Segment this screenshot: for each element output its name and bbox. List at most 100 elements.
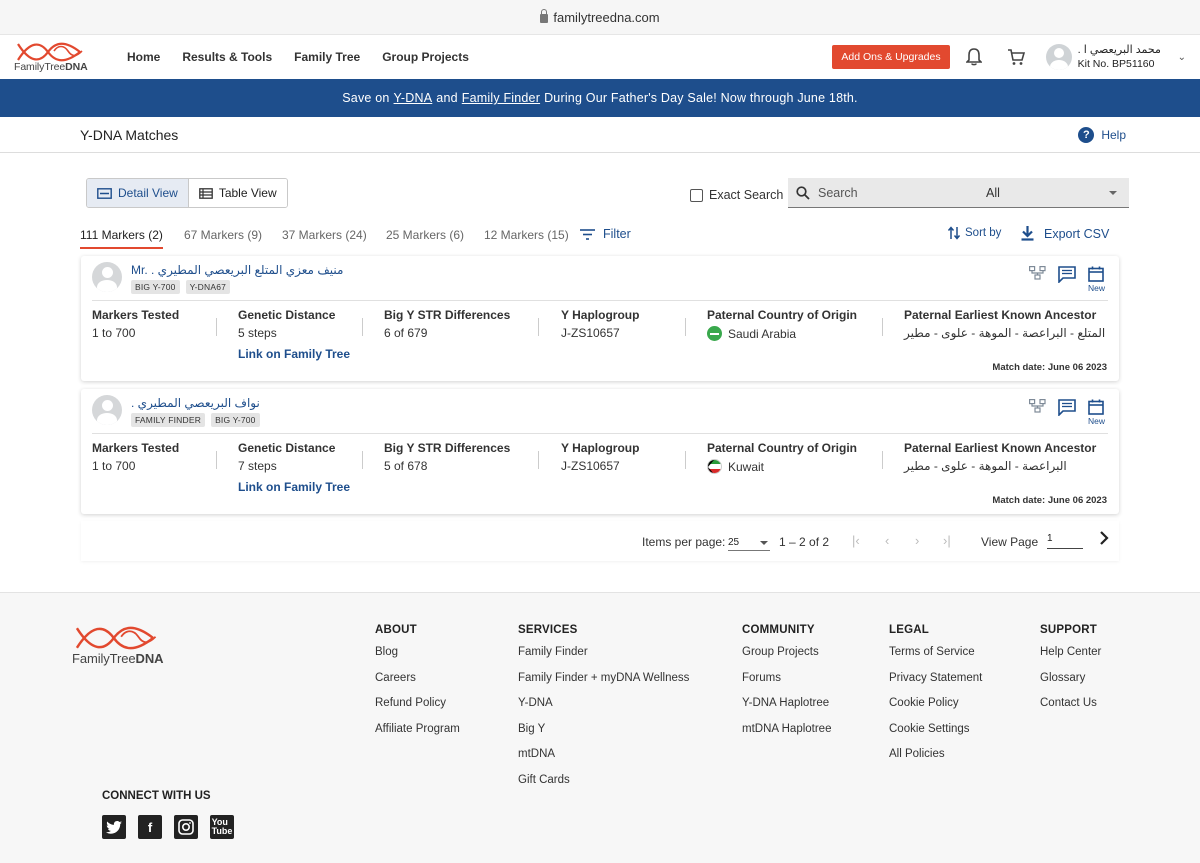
user-info[interactable]: محمد البريعصي ا . Kit No. BP51160 <box>1078 43 1168 71</box>
footer-link-cookie-policy[interactable]: Cookie Policy <box>889 697 982 713</box>
add-ons-button[interactable]: Add Ons & Upgrades <box>832 45 950 69</box>
filter-button[interactable]: Filter <box>580 227 631 241</box>
footer-link-ydna[interactable]: Y-DNA <box>518 697 689 713</box>
col-heading: Paternal Country of Origin <box>707 308 858 322</box>
search-icon <box>796 185 810 200</box>
previous-page-icon[interactable]: ‹ <box>885 533 889 548</box>
table-view-button[interactable]: Table View <box>188 179 287 207</box>
match-name[interactable]: Mr. . منيف معزي المتلع البريعصي المطيري <box>131 263 343 277</box>
browser-url-bar[interactable]: familytreedna.com <box>0 0 1200 35</box>
divider <box>92 300 1108 301</box>
last-page-icon[interactable]: ›| <box>943 533 951 548</box>
footer-link-mtdna[interactable]: mtDNA <box>518 748 689 764</box>
footer-link-cookie-settings[interactable]: Cookie Settings <box>889 723 982 739</box>
divider <box>685 451 686 469</box>
footer-link-affiliate[interactable]: Affiliate Program <box>375 723 460 739</box>
footer-link-all-policies[interactable]: All Policies <box>889 748 982 764</box>
footer-link-gift-cards[interactable]: Gift Cards <box>518 774 689 790</box>
divider <box>362 318 363 336</box>
footer-legal: LEGAL Terms of Service Privacy Statement… <box>889 624 982 774</box>
page-number-input[interactable]: 1 <box>1047 533 1083 549</box>
calendar-icon[interactable]: New <box>1088 399 1105 426</box>
kuwait-flag-icon <box>707 459 722 474</box>
footer-link-family-finder[interactable]: Family Finder <box>518 646 689 662</box>
nav-home[interactable]: Home <box>127 50 160 64</box>
checkbox-icon[interactable] <box>690 188 703 202</box>
footer-link-help-center[interactable]: Help Center <box>1040 646 1101 662</box>
filter-icon <box>580 228 595 240</box>
bell-icon[interactable] <box>962 45 986 69</box>
url-text: familytreedna.com <box>553 9 660 25</box>
next-page-icon[interactable]: › <box>915 533 919 548</box>
user-avatar[interactable] <box>1045 44 1072 70</box>
footer-link-ydna-haplotree[interactable]: Y-DNA Haplotree <box>742 697 831 713</box>
nav-group-projects[interactable]: Group Projects <box>382 50 469 64</box>
export-csv-button[interactable]: Export CSV <box>1021 226 1109 241</box>
col-heading: Genetic Distance <box>238 441 336 455</box>
footer-link-blog[interactable]: Blog <box>375 646 460 662</box>
caret-down-icon <box>760 541 768 545</box>
footer-link-glossary[interactable]: Glossary <box>1040 672 1101 688</box>
caret-down-icon[interactable] <box>1109 190 1117 195</box>
saudi-arabia-flag-icon <box>707 326 722 341</box>
tab-67-markers[interactable]: 67 Markers (9) <box>184 228 262 242</box>
first-page-icon[interactable]: |‹ <box>852 533 860 548</box>
help-icon: ? <box>1078 126 1095 143</box>
cart-icon[interactable] <box>1004 45 1028 69</box>
nav-results-tools[interactable]: Results & Tools <box>182 50 272 64</box>
match-card: . نواف البريعصي المطيري FAMILY FINDER BI… <box>81 389 1119 514</box>
notes-icon[interactable] <box>1058 399 1076 416</box>
tree-icon[interactable] <box>1028 266 1046 280</box>
footer-link-group-projects[interactable]: Group Projects <box>742 646 831 662</box>
facebook-icon[interactable]: f <box>138 815 162 839</box>
sort-by-button[interactable]: Sort by <box>948 226 1001 240</box>
tree-icon[interactable] <box>1028 399 1046 413</box>
footer-link-family-finder-wellness[interactable]: Family Finder + myDNA Wellness <box>518 672 689 688</box>
markers-tested-col: Markers Tested 1 to 700 <box>92 441 179 473</box>
footer-link-big-y[interactable]: Big Y <box>518 723 689 739</box>
detail-view-icon <box>97 187 112 199</box>
exact-search-checkbox[interactable]: Exact Search <box>690 188 783 202</box>
col-value: المتلع - البراعصة - الموهة - علوى - مطير <box>904 326 1106 340</box>
footer-logo[interactable]: FamilyTreeDNA <box>72 623 167 666</box>
search-input[interactable]: Search All <box>788 178 1129 208</box>
footer-link-privacy[interactable]: Privacy Statement <box>889 672 982 688</box>
banner-family-finder-link[interactable]: Family Finder <box>462 91 540 105</box>
footer-link-forums[interactable]: Forums <box>742 672 831 688</box>
sale-banner: Save on Y-DNA and Family Finder During O… <box>0 79 1200 117</box>
nav-family-tree[interactable]: Family Tree <box>294 50 360 64</box>
col-value: 5 of 678 <box>384 459 428 473</box>
divider <box>882 451 883 469</box>
go-page-chevron-icon[interactable] <box>1099 531 1109 545</box>
tab-111-markers[interactable]: 111 Markers (2) <box>80 228 163 249</box>
footer-heading: SUPPORT <box>1040 624 1097 636</box>
twitter-icon[interactable] <box>102 815 126 839</box>
footer-link-careers[interactable]: Careers <box>375 672 460 688</box>
match-name[interactable]: . نواف البريعصي المطيري <box>131 396 260 410</box>
chevron-down-icon[interactable]: ⌄ <box>1178 52 1186 63</box>
notes-icon[interactable] <box>1058 266 1076 283</box>
col-heading: Markers Tested <box>92 441 180 455</box>
banner-ydna-link[interactable]: Y-DNA <box>394 91 433 105</box>
footer-link-refund-policy[interactable]: Refund Policy <box>375 697 460 713</box>
instagram-icon[interactable] <box>174 815 198 839</box>
tab-12-markers[interactable]: 12 Markers (15) <box>484 228 569 242</box>
detail-view-button[interactable]: Detail View <box>87 179 189 207</box>
link-family-tree[interactable]: Link on Family Tree <box>238 347 350 361</box>
tab-37-markers[interactable]: 37 Markers (24) <box>282 228 367 242</box>
logo-text: FamilyTreeDNA <box>72 651 164 666</box>
youtube-icon[interactable]: You Tube <box>210 815 234 839</box>
calendar-icon[interactable]: New <box>1088 266 1105 293</box>
col-heading: Markers Tested <box>92 308 180 322</box>
items-per-page-select[interactable]: 25 <box>728 533 770 551</box>
footer-link-contact-us[interactable]: Contact Us <box>1040 697 1101 713</box>
search-scope-select[interactable]: All <box>986 186 1109 200</box>
genetic-distance-col: Genetic Distance 7 steps Link on Family … <box>238 441 350 494</box>
tab-25-markers[interactable]: 25 Markers (6) <box>386 228 464 242</box>
help-link[interactable]: ? Help <box>1078 126 1126 143</box>
user-name: محمد البريعصي ا . <box>1077 44 1161 56</box>
footer-link-terms[interactable]: Terms of Service <box>889 646 982 662</box>
site-logo[interactable]: FamilyTreeDNA <box>14 41 109 73</box>
link-family-tree[interactable]: Link on Family Tree <box>238 480 350 494</box>
footer-link-mtdna-haplotree[interactable]: mtDNA Haplotree <box>742 723 831 739</box>
